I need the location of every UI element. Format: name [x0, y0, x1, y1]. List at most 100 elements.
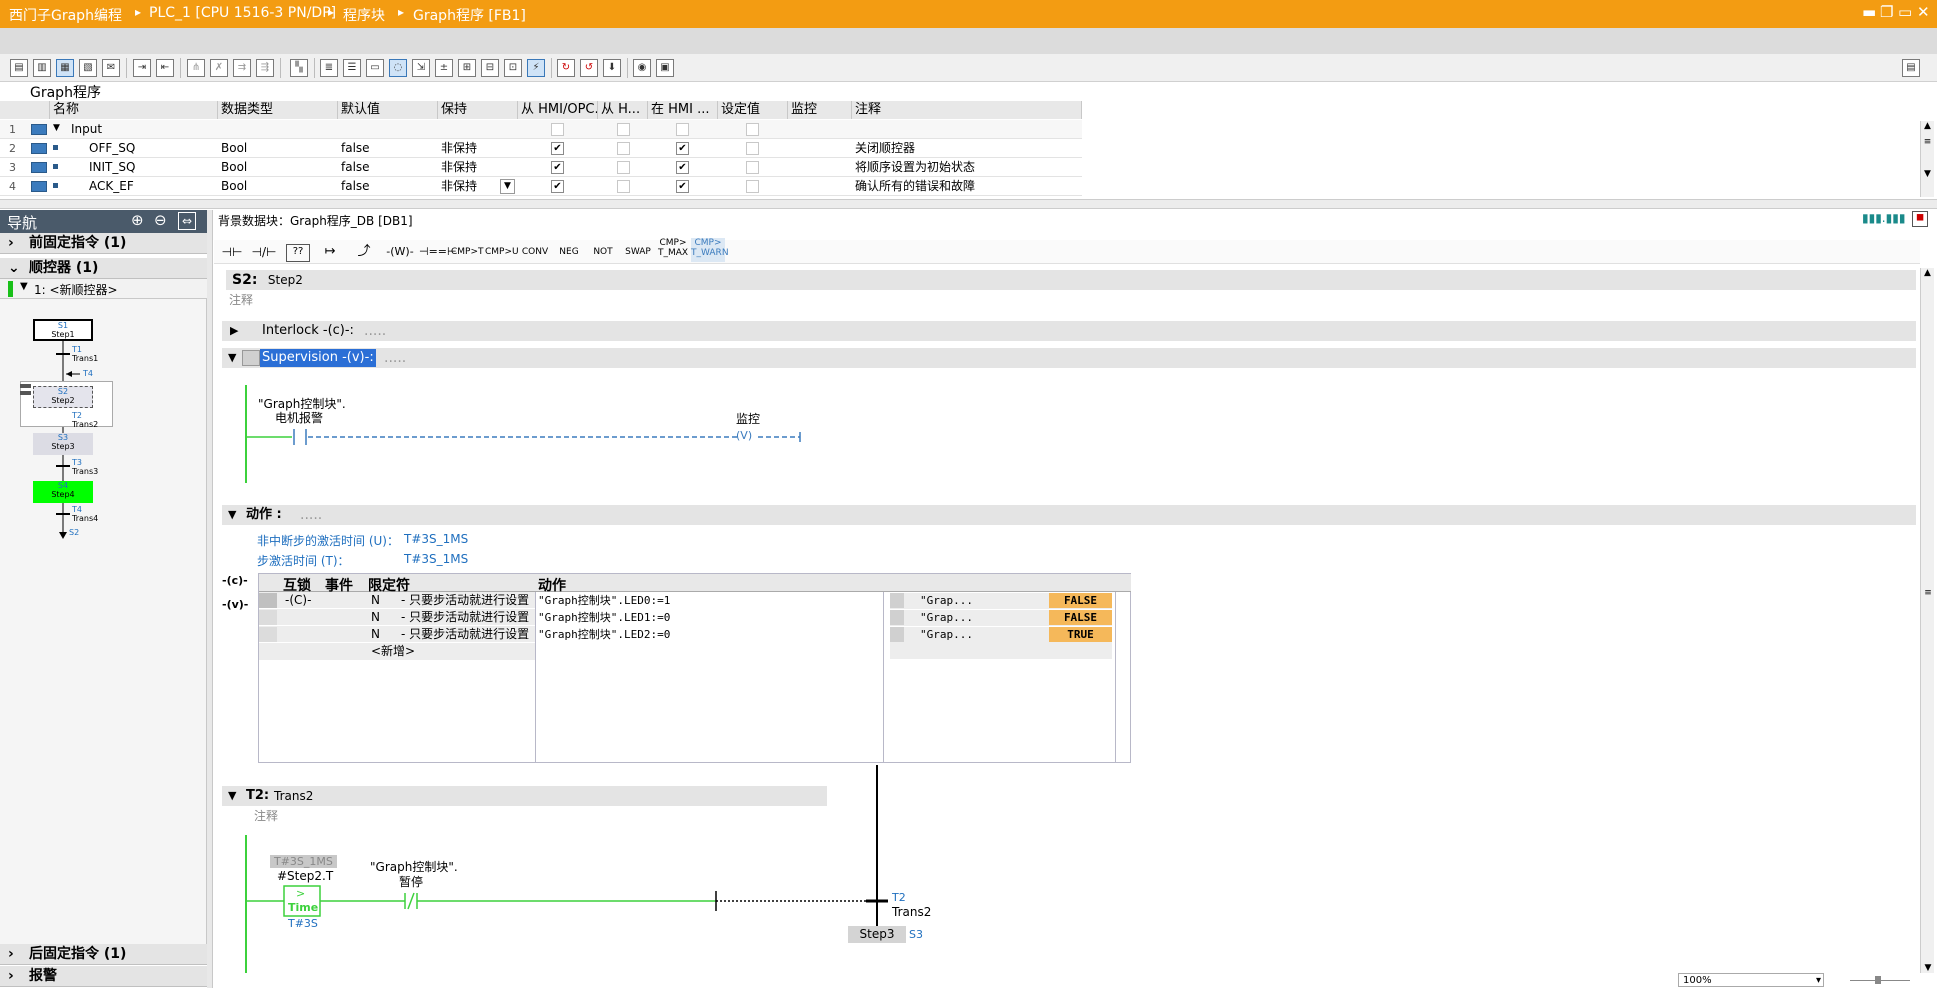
- zoom-in-icon[interactable]: ⊕: [131, 211, 144, 229]
- pause-contact-label[interactable]: 暂停: [399, 873, 423, 890]
- network-select-box[interactable]: [242, 350, 260, 366]
- fit-view-icon[interactable]: ⇔: [178, 212, 196, 230]
- toolbar-icon[interactable]: ⊞: [458, 59, 476, 77]
- toolbar-icon[interactable]: ◉: [633, 59, 651, 77]
- toolbar-icon[interactable]: ⋔: [187, 59, 205, 77]
- table-row[interactable]: 2 OFF_SQ Bool false 非保持 ✔ ✔ 关闭顺控器: [0, 139, 1082, 158]
- param-type[interactable]: Bool: [218, 139, 336, 158]
- dropdown-icon[interactable]: ▼: [500, 179, 515, 194]
- restore-icon[interactable]: ❐: [1880, 3, 1893, 21]
- table-row[interactable]: 3 INIT_SQ Bool false 非保持 ✔ ✔ 将顺序设置为初始状态: [0, 158, 1082, 177]
- hmi-visible-checkbox[interactable]: ✔: [676, 161, 689, 174]
- conv-button[interactable]: CONV: [519, 242, 551, 262]
- graph-step[interactable]: S1 Step1: [33, 319, 93, 341]
- graph-jump-target[interactable]: T4: [83, 369, 93, 378]
- graph-transition[interactable]: T3 Trans3: [72, 458, 98, 476]
- compare-icon[interactable]: ⊣==⊢: [419, 242, 457, 262]
- toolbar-icon[interactable]: ⊡: [504, 59, 522, 77]
- graph-transition[interactable]: T4 Trans4: [72, 505, 98, 523]
- column-header[interactable]: 名称: [50, 101, 218, 119]
- column-header[interactable]: 监控: [788, 101, 852, 119]
- toolbar-icon[interactable]: ✉: [102, 59, 120, 77]
- action-qualifier[interactable]: N: [371, 626, 380, 643]
- toolbar-icon[interactable]: ▭: [366, 59, 384, 77]
- param-retain[interactable]: [438, 120, 498, 139]
- graph-step[interactable]: S3 Step3: [33, 433, 93, 455]
- supervision-coil[interactable]: (V): [736, 429, 752, 442]
- toolbar-icon[interactable]: ▥: [33, 59, 51, 77]
- toolbar-icon[interactable]: ▤: [1902, 59, 1920, 77]
- coil-w-icon[interactable]: -(W)-: [385, 242, 415, 262]
- step-name[interactable]: Step2: [268, 273, 303, 287]
- graph-transition[interactable]: T1 Trans1: [72, 345, 98, 363]
- time-variable[interactable]: #Step2.T: [277, 869, 333, 883]
- param-default[interactable]: false: [338, 177, 436, 196]
- param-comment[interactable]: [852, 120, 1082, 139]
- interlock-header[interactable]: ▶ Interlock -(c)-: .....: [222, 321, 1916, 341]
- cmp-tmax-button[interactable]: CMP> T_MAX: [657, 238, 689, 262]
- param-name[interactable]: OFF_SQ: [86, 139, 216, 158]
- actions-header[interactable]: ▼ 动作 : .....: [222, 505, 1916, 525]
- setpoint-checkbox[interactable]: [746, 161, 759, 174]
- graph-step[interactable]: S2 Step2: [33, 386, 93, 408]
- column-header[interactable]: 在 HMI ...: [648, 101, 718, 119]
- minimize-icon[interactable]: ▬: [1862, 3, 1876, 21]
- hmi-writable-checkbox[interactable]: [617, 123, 630, 136]
- close-branch-icon[interactable]: ⤴: [352, 242, 376, 262]
- hmi-visible-checkbox[interactable]: [676, 123, 689, 136]
- compare-type[interactable]: Time: [288, 901, 318, 914]
- cmp-twarn-button[interactable]: CMP> T_WARN: [691, 238, 729, 262]
- param-default[interactable]: [338, 120, 436, 139]
- column-header[interactable]: 从 H...: [598, 101, 648, 119]
- add-new-action[interactable]: <新增>: [371, 643, 415, 660]
- chevron-down-icon[interactable]: ▼: [53, 123, 60, 133]
- param-comment[interactable]: 关闭顺控器: [852, 139, 1082, 158]
- toolbar-icon[interactable]: ⇉: [233, 59, 251, 77]
- nav-section-sequencer[interactable]: ⌄ 顺控器 (1): [0, 258, 207, 279]
- param-comment[interactable]: 确认所有的错误和故障: [852, 177, 1082, 196]
- row-selector[interactable]: [259, 610, 277, 625]
- param-retain[interactable]: 非保持: [438, 177, 498, 196]
- compare-in2[interactable]: T#3S: [288, 917, 318, 930]
- param-type[interactable]: [218, 120, 336, 139]
- toolbar-icon[interactable]: ±: [435, 59, 453, 77]
- toolbar-icon[interactable]: ◌: [389, 59, 407, 77]
- close-icon[interactable]: ✕: [1917, 3, 1930, 21]
- graph-transition[interactable]: T2 Trans2: [72, 411, 98, 429]
- hmi-accessible-checkbox[interactable]: ✔: [551, 180, 564, 193]
- monitoring-icon[interactable]: ▮▮▮.▮▮▮: [1862, 211, 1905, 225]
- hmi-writable-checkbox[interactable]: [617, 142, 630, 155]
- column-header[interactable]: 默认值: [338, 101, 438, 119]
- toolbar-icon[interactable]: ☰: [343, 59, 361, 77]
- toolbar-icon[interactable]: ▧: [79, 59, 97, 77]
- toolbar-icon[interactable]: ⊟: [481, 59, 499, 77]
- nav-section-pre[interactable]: › 前固定指令 (1): [0, 233, 207, 254]
- supervision-v-button[interactable]: -(v)-: [222, 598, 248, 611]
- toolbar-icon[interactable]: ▦: [56, 59, 74, 77]
- param-type[interactable]: Bool: [218, 177, 336, 196]
- supervision-contact-label[interactable]: 电机报警: [275, 409, 323, 426]
- toolbar-icon[interactable]: ▣: [656, 59, 674, 77]
- sequencer-item[interactable]: ▼ 1: <新顺控器>: [0, 279, 207, 299]
- setpoint-checkbox[interactable]: [746, 123, 759, 136]
- action-statement[interactable]: "Graph控制块".LED0:=1: [538, 592, 670, 609]
- toolbar-icon[interactable]: ⇶: [256, 59, 274, 77]
- pane-splitter[interactable]: [207, 210, 213, 988]
- action-statement[interactable]: "Graph控制块".LED2:=0: [538, 626, 670, 643]
- param-retain[interactable]: 非保持: [438, 158, 498, 177]
- breadcrumb-blocks[interactable]: 程序块: [343, 5, 385, 25]
- toolbar-icon[interactable]: ▚: [290, 59, 308, 77]
- neg-button[interactable]: NEG: [553, 242, 585, 262]
- step-comment[interactable]: 注释: [229, 291, 253, 308]
- empty-box-icon[interactable]: ??: [286, 244, 310, 262]
- hmi-accessible-checkbox[interactable]: ✔: [551, 161, 564, 174]
- editor-scrollbar[interactable]: ▲ ≡ ▼: [1920, 268, 1934, 973]
- row-selector[interactable]: [259, 593, 277, 608]
- setpoint-checkbox[interactable]: [746, 180, 759, 193]
- breadcrumb-plc[interactable]: PLC_1 [CPU 1516-3 PN/DP]: [149, 5, 336, 21]
- nc-contact-icon[interactable]: ⊣/⊢: [251, 242, 277, 262]
- settings-icon[interactable]: ◼: [1912, 211, 1928, 227]
- param-comment[interactable]: 将顺序设置为初始状态: [852, 158, 1082, 177]
- toolbar-icon[interactable]: ≣: [320, 59, 338, 77]
- table-row[interactable]: 1 ▼ Input: [0, 120, 1082, 139]
